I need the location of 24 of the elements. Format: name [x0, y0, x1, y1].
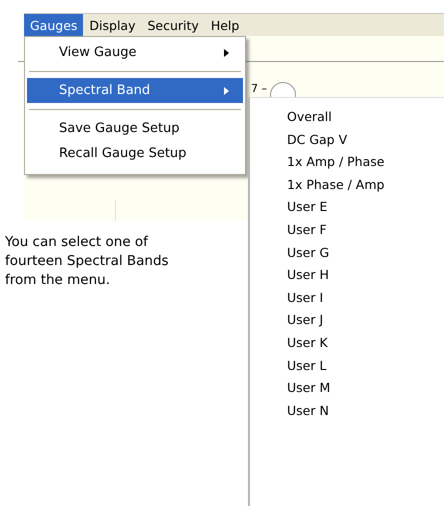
- menu-item[interactable]: User K: [287, 334, 328, 350]
- menu-item[interactable]: View Gauge: [27, 40, 243, 65]
- gauge-label: 7 –: [251, 82, 267, 95]
- menu-item[interactable]: 1x Amp / Phase: [287, 154, 384, 170]
- menu-item[interactable]: User H: [287, 267, 329, 282]
- menu-item[interactable]: Gauges: [24, 14, 84, 36]
- menu-item[interactable]: User F: [287, 222, 327, 237]
- menu-item[interactable]: User J: [287, 312, 324, 328]
- menu-item[interactable]: User E: [287, 199, 328, 214]
- menu-item[interactable]: Overall: [287, 109, 332, 124]
- menu-item[interactable]: User N: [287, 402, 329, 418]
- menu-item[interactable]: Help: [204, 14, 246, 36]
- menu-item[interactable]: User G: [287, 244, 330, 260]
- menu-item[interactable]: User L: [287, 358, 326, 373]
- menu-item[interactable]: 1x Phase / Amp: [287, 176, 384, 192]
- menu-item[interactable]: DC Gap V: [287, 132, 348, 147]
- menu-item[interactable]: Spectral Band: [27, 78, 243, 103]
- menu-item[interactable]: Security: [141, 14, 205, 36]
- menu-item[interactable]: Save Gauge Setup: [27, 116, 243, 141]
- menu-item[interactable]: User I: [287, 290, 324, 305]
- menu-item[interactable]: Recall Gauge Setup: [27, 141, 243, 166]
- caption-text: You can select one of fourteen Spectral Bands from the menu.: [5, 233, 170, 290]
- menu-item[interactable]: User M: [287, 380, 330, 396]
- menu-item[interactable]: Display: [83, 14, 142, 36]
